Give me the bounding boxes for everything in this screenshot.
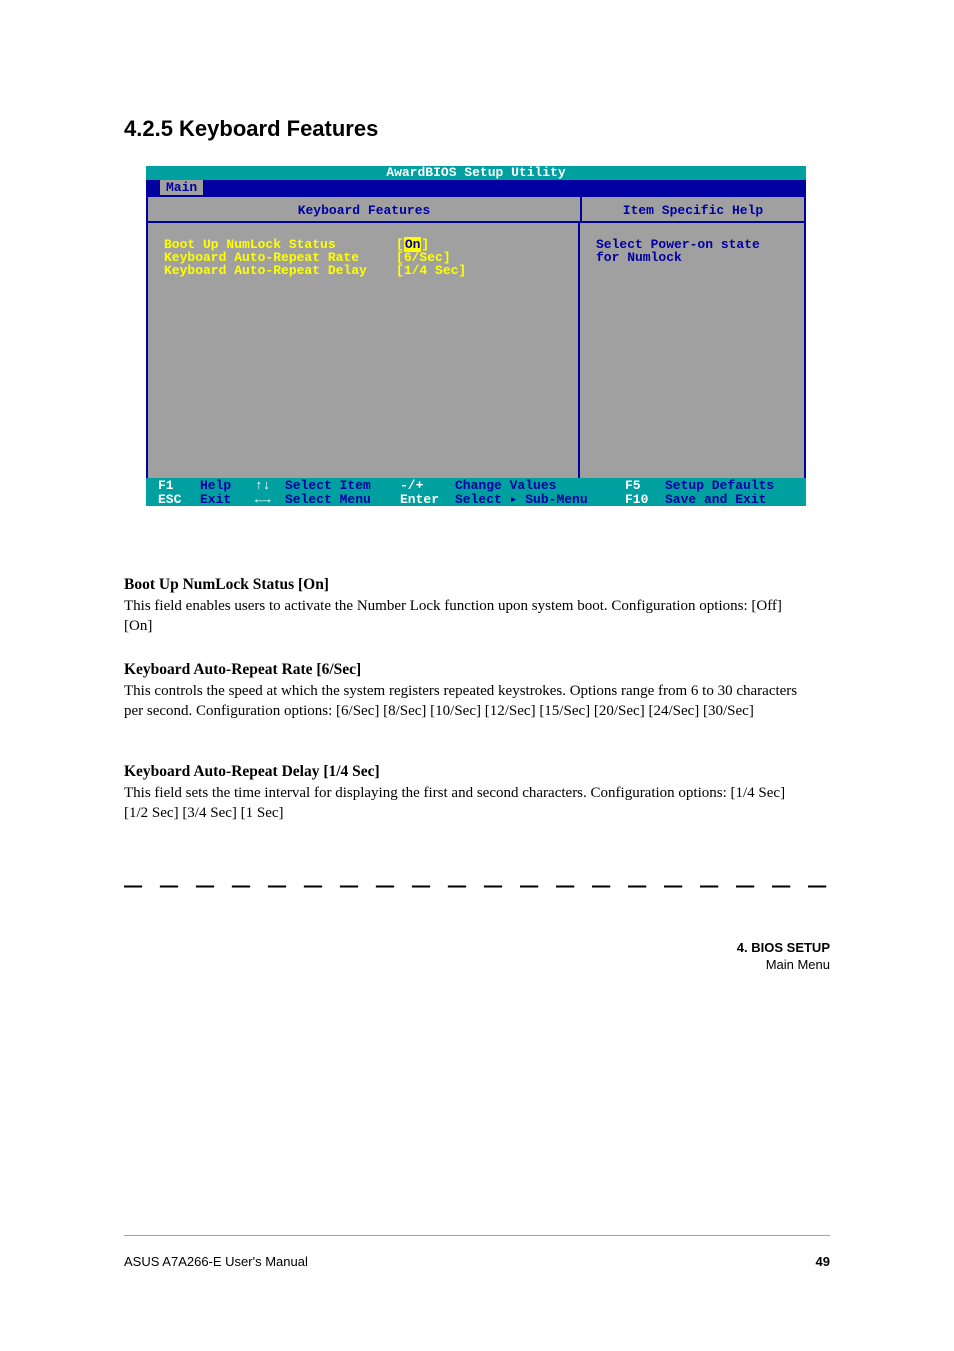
setting-label: Keyboard Auto-Repeat Delay [164,264,396,277]
bracket-open: [ [396,263,404,278]
footer-change-values: Change Values [455,479,625,492]
key-leftright: ←→ [255,493,285,506]
panel-headers: Keyboard Features Item Specific Help [146,195,806,223]
key-enter: Enter [400,493,455,506]
page-footer: ASUS A7A266-E User's Manual 49 [124,1235,830,1269]
footer-save-exit: Save and Exit [665,493,766,506]
setting-row-repeat-delay[interactable]: Keyboard Auto-Repeat Delay[1/4 Sec] [164,264,578,277]
footer-setup-defaults: Setup Defaults [665,479,774,492]
panel-content: Boot Up NumLock Status[On] Keyboard Auto… [146,223,806,478]
paragraph-block-1: Boot Up NumLock Status [On] This field e… [124,575,804,636]
footer-row-1: F1 Help ↑↓ Select Item -/+ Change Values… [158,478,796,492]
chapter-sub: Main Menu [737,957,830,974]
chapter-side-label: 4. BIOS SETUP Main Menu [737,940,830,974]
help-text-line: for Numlock [596,251,794,264]
footer-row-2: ESC Exit ←→ Select Menu Enter Select ▸ S… [158,492,796,506]
paragraph-numlock: This field enables users to activate the… [124,596,804,637]
key-updown: ↑↓ [255,479,285,492]
paragraph-block-3: Keyboard Auto-Repeat Delay [1/4 Sec] Thi… [124,762,804,823]
paragraph-repeat-rate: This controls the speed at which the sys… [124,681,804,722]
key-f1: F1 [158,479,200,492]
footer-help: Help [200,479,255,492]
bios-menu-bar: Main [146,180,806,195]
heading-repeat-delay: Keyboard Auto-Repeat Delay [1/4 Sec] [124,762,804,783]
key-f10: F10 [625,493,665,506]
heading-numlock: Boot Up NumLock Status [On] [124,575,804,596]
footer-select-item: Select Item [285,479,400,492]
footer-select-menu: Select Menu [285,493,400,506]
right-panel-header: Item Specific Help [580,195,806,223]
key-esc: ESC [158,493,200,506]
heading-repeat-rate: Keyboard Auto-Repeat Rate [6/Sec] [124,660,804,681]
footer-select-submenu: Select ▸ Sub-Menu [455,493,625,506]
tab-main[interactable]: Main [160,180,203,195]
footer-manual-title: ASUS A7A266-E User's Manual [124,1254,308,1269]
page-number: 49 [816,1254,830,1269]
bios-title-bar: AwardBIOS Setup Utility [146,166,806,180]
bios-window: AwardBIOS Setup Utility Main Keyboard Fe… [146,166,806,506]
bracket-close: ] [458,263,466,278]
key-plusminus: -/+ [400,479,455,492]
key-f5: F5 [625,479,665,492]
footer-exit: Exit [200,493,255,506]
chapter-number: 4. BIOS SETUP [737,940,830,957]
paragraph-block-2: Keyboard Auto-Repeat Rate [6/Sec] This c… [124,660,804,721]
divider-dashed: — — — — — — — — — — — — — — — — — — — — … [124,870,830,904]
help-panel: Select Power-on state for Numlock [578,223,806,478]
bios-footer: F1 Help ↑↓ Select Item -/+ Change Values… [146,478,806,506]
paragraph-repeat-delay: This field sets the time interval for di… [124,783,804,824]
settings-list: Boot Up NumLock Status[On] Keyboard Auto… [146,223,578,478]
setting-value[interactable]: 1/4 Sec [404,263,459,278]
left-panel-header: Keyboard Features [146,195,580,223]
section-title: 4.2.5 Keyboard Features [124,116,378,142]
